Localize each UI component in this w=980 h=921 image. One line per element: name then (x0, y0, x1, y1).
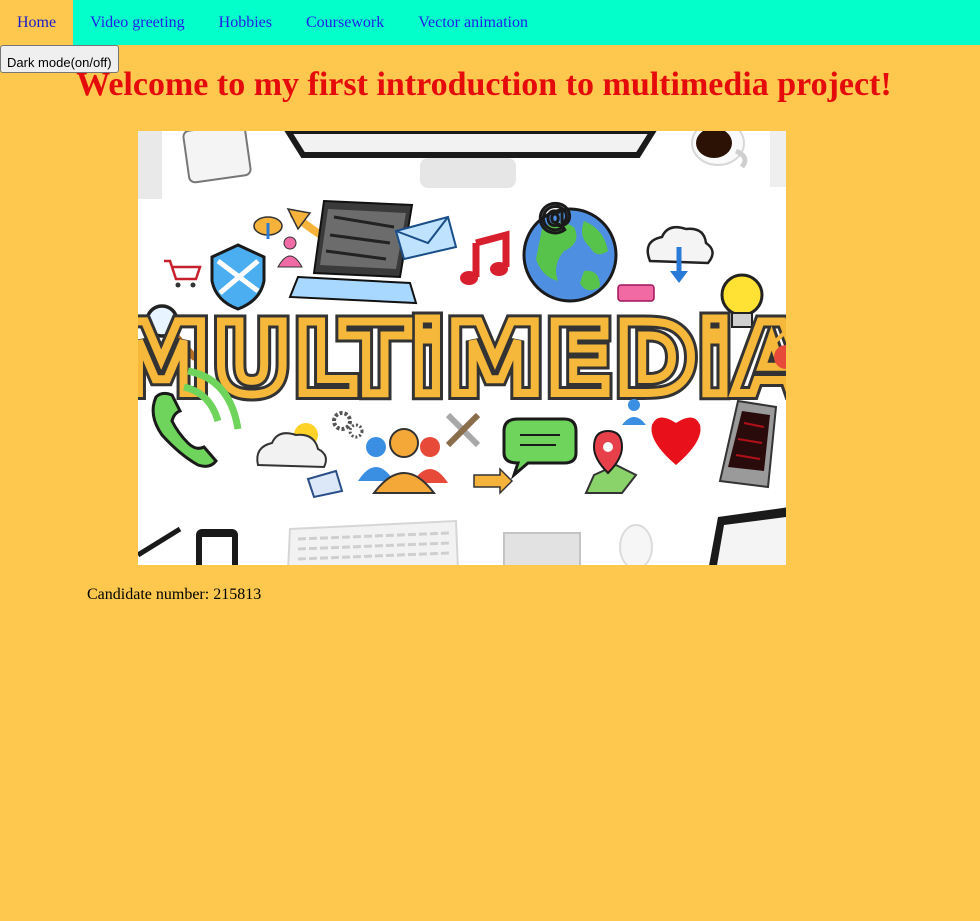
keyboard-icon (287, 519, 459, 565)
mouse-icon (619, 524, 653, 565)
page-title: Welcome to my first introduction to mult… (76, 66, 892, 103)
shield-icon (210, 243, 266, 311)
navbar: Home Video greeting Hobbies Coursework V… (0, 0, 980, 45)
multimedia-lettering-fill: MULTiMEDiA (138, 303, 786, 417)
nav-item-vector-animation[interactable]: Vector animation (401, 0, 545, 45)
nav-item-hobbies[interactable]: Hobbies (202, 0, 289, 45)
nav-item-home[interactable]: Home (0, 0, 74, 45)
smartphone-icon (196, 529, 238, 565)
dark-mode-toggle-button[interactable]: Dark mode(on/off) (0, 45, 119, 73)
nav-item-coursework[interactable]: Coursework (289, 0, 401, 45)
svg-text:@: @ (538, 196, 572, 236)
multimedia-hero-image: @ MULTiMEDiA MULTiMEDiA (138, 131, 786, 565)
phone-icon (182, 131, 252, 184)
nav-item-video-greeting[interactable]: Video greeting (73, 0, 202, 45)
candidate-number: Candidate number: 215813 (87, 586, 262, 603)
multimedia-lettering: MULTiMEDiA MULTiMEDiA (138, 296, 786, 424)
